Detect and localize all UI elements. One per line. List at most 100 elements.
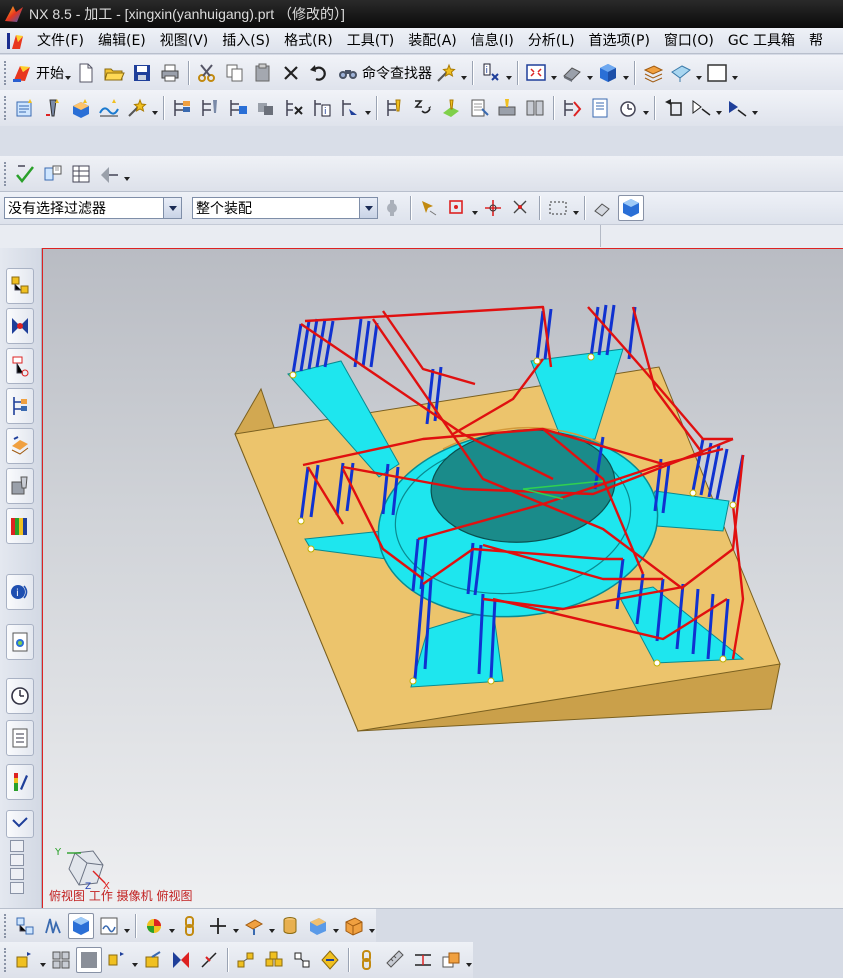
machine-tool-view-button[interactable]	[197, 95, 223, 121]
resource-scroll-down[interactable]	[10, 868, 24, 880]
hide-toolpath-dropdown[interactable]	[715, 95, 723, 121]
selection-info-dropdown[interactable]	[505, 60, 513, 86]
paste-button[interactable]	[250, 60, 276, 86]
view-planes-button[interactable]	[96, 161, 122, 187]
time-estimate-dropdown[interactable]	[642, 95, 650, 121]
postprocess-button[interactable]	[522, 95, 548, 121]
exploded-view-button[interactable]	[233, 947, 259, 973]
object-attributes-button[interactable]	[40, 161, 66, 187]
generate-toolpath-button[interactable]	[382, 95, 408, 121]
graphics-window[interactable]: Y X Z 俯视图 工作 摄像机 俯视图	[42, 248, 843, 908]
undo-button[interactable]	[306, 60, 332, 86]
clock-tab[interactable]	[6, 678, 34, 714]
render-style-dropdown[interactable]	[586, 60, 594, 86]
wave-link-button[interactable]	[317, 947, 343, 973]
sparkle-dropdown[interactable]	[460, 60, 468, 86]
block-feature-button[interactable]	[305, 913, 331, 939]
view-planes-dropdown[interactable]	[123, 161, 131, 187]
component-array-button[interactable]	[48, 947, 74, 973]
shop-doc-button[interactable]	[587, 95, 613, 121]
menu-format[interactable]: 格式(R)	[277, 29, 340, 53]
box-feature-dropdown[interactable]	[368, 913, 376, 939]
snap-point-dropdown[interactable]	[471, 195, 479, 221]
start-button[interactable]: 开始	[11, 60, 64, 86]
select-feature-button[interactable]	[416, 195, 442, 221]
machining-feature-navigator-tab[interactable]	[6, 468, 34, 504]
general-selection-filter-button[interactable]	[379, 195, 405, 221]
toolbar-grip[interactable]	[4, 913, 8, 938]
process-studio-tab[interactable]	[6, 764, 34, 800]
new-file-button[interactable]	[73, 60, 99, 86]
time-estimate-button[interactable]	[615, 95, 641, 121]
sequence-button[interactable]	[261, 947, 287, 973]
open-file-button[interactable]	[101, 60, 127, 86]
component-color-button[interactable]	[141, 913, 167, 939]
transform-object-button[interactable]	[559, 95, 585, 121]
toolbar-grip[interactable]	[4, 96, 8, 120]
datum-plane-dropdown[interactable]	[268, 913, 276, 939]
rectangle-select-button[interactable]	[545, 195, 571, 221]
rectangle-select-dropdown[interactable]	[572, 195, 580, 221]
resource-scroll-up[interactable]	[10, 854, 24, 866]
accept-button[interactable]	[12, 161, 38, 187]
create-method-button[interactable]	[96, 95, 122, 121]
point-on-curve-button[interactable]	[480, 195, 506, 221]
body-operations-button[interactable]	[438, 947, 464, 973]
resource-scroll-top[interactable]	[10, 840, 24, 852]
method-view-button[interactable]	[253, 95, 279, 121]
program-order-view-button[interactable]	[169, 95, 195, 121]
assembly-structure-button[interactable]	[12, 913, 38, 939]
create-program-button[interactable]	[12, 95, 38, 121]
background-button[interactable]	[704, 60, 730, 86]
toolpath-color-dropdown[interactable]	[751, 95, 759, 121]
menu-tools[interactable]: 工具(T)	[340, 29, 401, 53]
type-filter-select[interactable]: 没有选择过滤器	[4, 197, 182, 219]
toolbar-grip[interactable]	[4, 948, 8, 972]
eraser-button[interactable]	[590, 195, 616, 221]
component-color-dropdown[interactable]	[168, 913, 176, 939]
reuse-library-tab[interactable]	[6, 508, 34, 544]
work-layer-button[interactable]	[668, 60, 694, 86]
select-intersection-button[interactable]	[508, 195, 534, 221]
assembly-constraints-button[interactable]	[168, 947, 194, 973]
hide-toolpath-button[interactable]	[688, 95, 714, 121]
remember-constraints-button[interactable]	[196, 947, 222, 973]
cylinder-button[interactable]	[277, 913, 303, 939]
machine-simulation-button[interactable]	[494, 95, 520, 121]
background-dropdown[interactable]	[731, 60, 739, 86]
hidden-component-button[interactable]	[76, 947, 102, 973]
menu-assembly[interactable]: 装配(A)	[401, 29, 464, 53]
menu-edit[interactable]: 编辑(E)	[91, 29, 153, 53]
point-button[interactable]	[205, 913, 231, 939]
move-component-button[interactable]	[140, 947, 166, 973]
measure-distance-button[interactable]	[382, 947, 408, 973]
orient-view-dropdown[interactable]	[622, 60, 630, 86]
menu-insert[interactable]: 插入(S)	[215, 29, 277, 53]
link-objects-button[interactable]	[289, 947, 315, 973]
model-selection-button[interactable]	[618, 195, 644, 221]
create-operation-dropdown[interactable]	[151, 95, 159, 121]
add-component-button[interactable]	[12, 947, 38, 973]
resource-scroll-bottom[interactable]	[10, 882, 24, 894]
wave-geometry-button[interactable]	[96, 913, 122, 939]
chevron-down-icon[interactable]	[359, 198, 377, 218]
system-materials-tab[interactable]	[6, 720, 34, 756]
cut-button[interactable]	[194, 60, 220, 86]
operation-info-button[interactable]: i	[309, 95, 335, 121]
cam-model-scene[interactable]	[43, 249, 843, 908]
layer-button[interactable]	[640, 60, 666, 86]
fit-view-dropdown[interactable]	[550, 60, 558, 86]
menu-analysis[interactable]: 分析(L)	[521, 29, 582, 53]
delete-operation-button[interactable]	[281, 95, 307, 121]
copy-button[interactable]	[222, 60, 248, 86]
chain-button[interactable]	[354, 947, 380, 973]
create-operation-button[interactable]	[124, 95, 150, 121]
verify-toolpath-button[interactable]	[438, 95, 464, 121]
machine-navigator-tab[interactable]	[6, 428, 34, 464]
operation-more-dropdown[interactable]	[364, 95, 372, 121]
orient-view-button[interactable]	[595, 60, 621, 86]
command-finder-button[interactable]: 命令查找器	[337, 60, 432, 86]
component-tree-button[interactable]	[40, 913, 66, 939]
display-toolpath-button[interactable]	[660, 95, 686, 121]
fit-view-button[interactable]	[523, 60, 549, 86]
